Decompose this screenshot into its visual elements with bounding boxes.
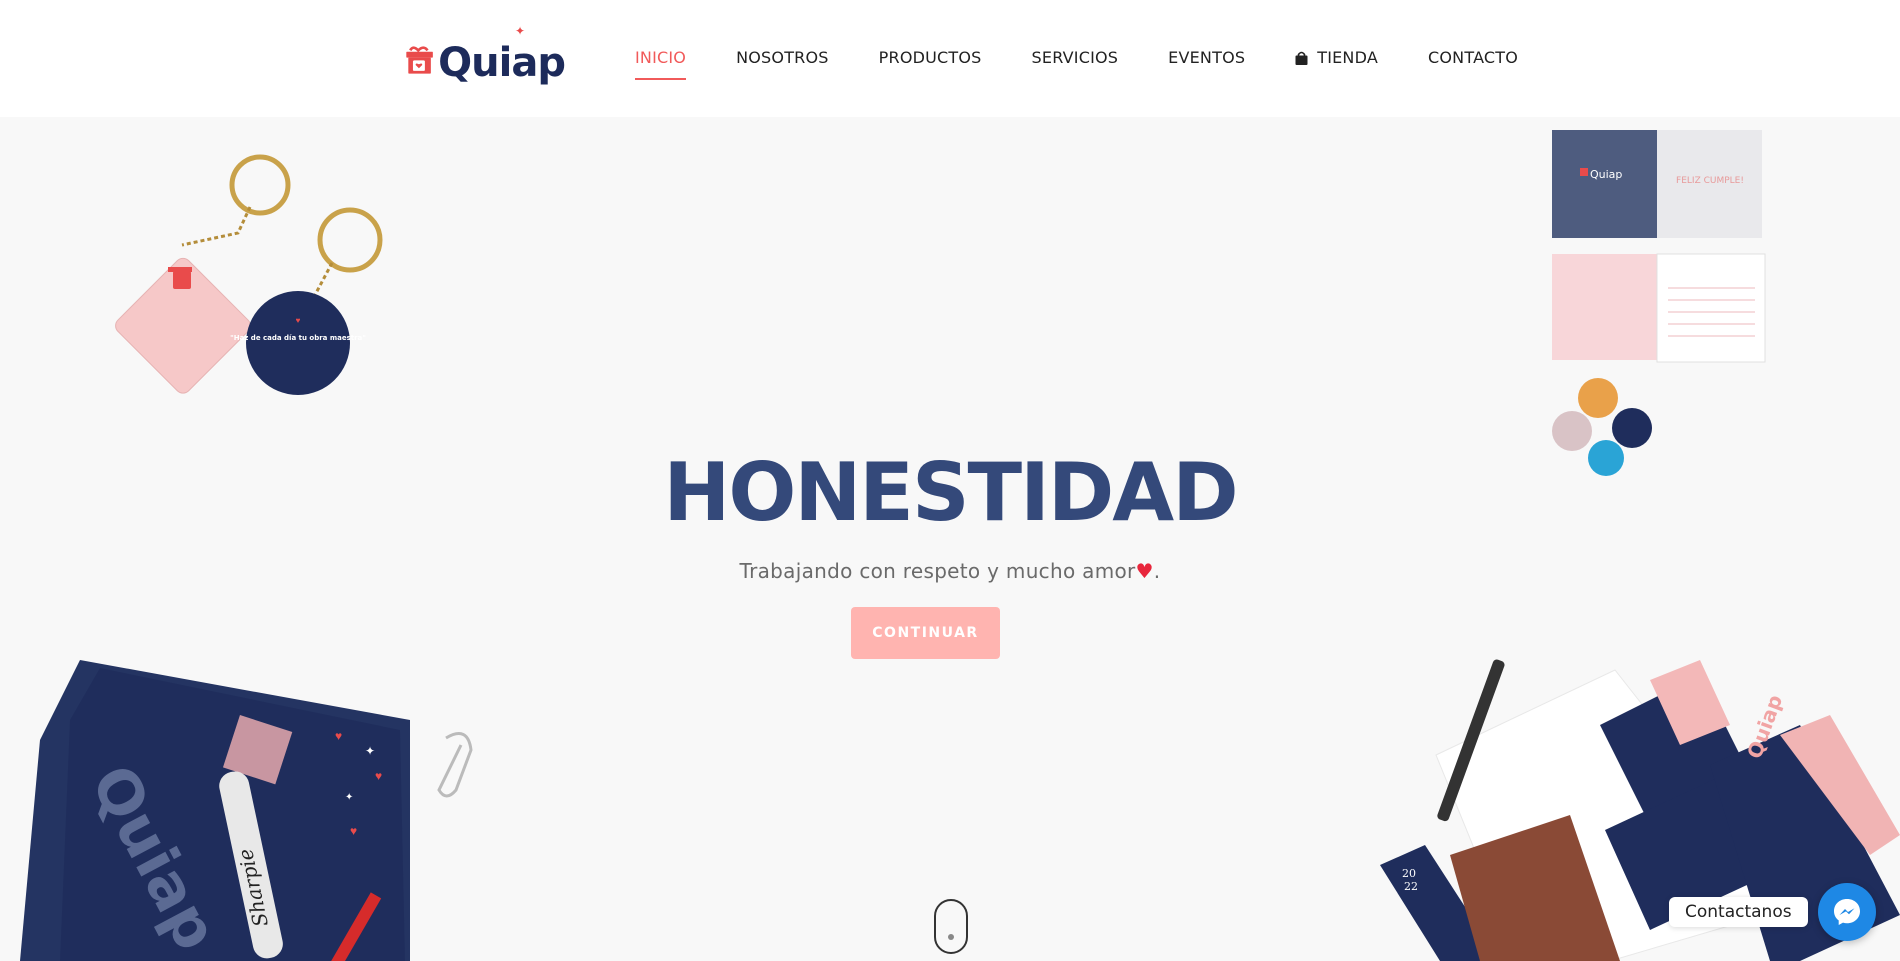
continue-button[interactable]: CONTINUAR [851, 607, 1000, 659]
svg-text:♥: ♥ [335, 729, 342, 743]
heart-icon: ♥ [1135, 559, 1154, 583]
nav-item-productos[interactable]: PRODUCTOS [879, 48, 982, 67]
nav-item-eventos[interactable]: EVENTOS [1168, 48, 1245, 67]
keychains-image: "Haz de cada día tu obra maestra" ♥ [115, 154, 383, 395]
keychain-quote: "Haz de cada día tu obra maestra" [230, 334, 366, 342]
nav-item-servicios[interactable]: SERVICIOS [1032, 48, 1119, 67]
contact-widget-label[interactable]: Contactanos [1669, 897, 1808, 927]
nav-item-inicio[interactable]: INICIO [635, 48, 687, 80]
shopping-bag-icon [1295, 51, 1308, 65]
scroll-down-indicator[interactable] [934, 899, 968, 954]
svg-text:♥: ♥ [350, 824, 357, 838]
gift-box-image: Quiap Sharpie ♥♥♥ ✦✦ [20, 660, 473, 961]
svg-text:♥: ♥ [296, 316, 301, 325]
hero-title: HONESTIDAD [663, 446, 1238, 539]
sparkle-icon: ✦ [515, 24, 526, 38]
planner-year-bottom: 22 [1404, 880, 1418, 893]
hero-subtitle-end: . [1153, 559, 1161, 583]
site-header: Quiap ✦ INICIO NOSOTROS PRODUCTOS SERVIC… [0, 0, 1900, 117]
svg-text:Quiap: Quiap [1590, 168, 1622, 181]
nav-item-contacto[interactable]: CONTACTO [1428, 48, 1518, 67]
logo-text: Quiap [438, 40, 566, 86]
messenger-icon [1834, 899, 1860, 925]
nav-item-tienda[interactable]: TIENDA [1295, 48, 1378, 67]
messenger-button[interactable] [1818, 883, 1876, 941]
main-nav: INICIO NOSOTROS PRODUCTOS SERVICIOS EVEN… [635, 48, 1568, 80]
gift-logo-icon [406, 46, 433, 74]
nav-item-nosotros[interactable]: NOSOTROS [736, 48, 829, 67]
hero-subtitle: Trabajando con respeto y mucho amor♥. [0, 559, 1900, 583]
svg-text:✦: ✦ [345, 792, 353, 803]
nav-item-tienda-label: TIENDA [1317, 48, 1378, 67]
greeting-cards-image: Quiap FELIZ CUMPLE! [1552, 130, 1766, 476]
logo[interactable]: Quiap ✦ [405, 24, 566, 88]
svg-text:✦: ✦ [365, 744, 375, 758]
scroll-wheel-dot [948, 934, 954, 940]
svg-text:♥: ♥ [375, 769, 382, 783]
planner-year-top: 20 [1402, 867, 1416, 880]
hero-subtitle-text: Trabajando con respeto y mucho amor [739, 559, 1136, 583]
card-greeting: FELIZ CUMPLE! [1676, 176, 1744, 186]
